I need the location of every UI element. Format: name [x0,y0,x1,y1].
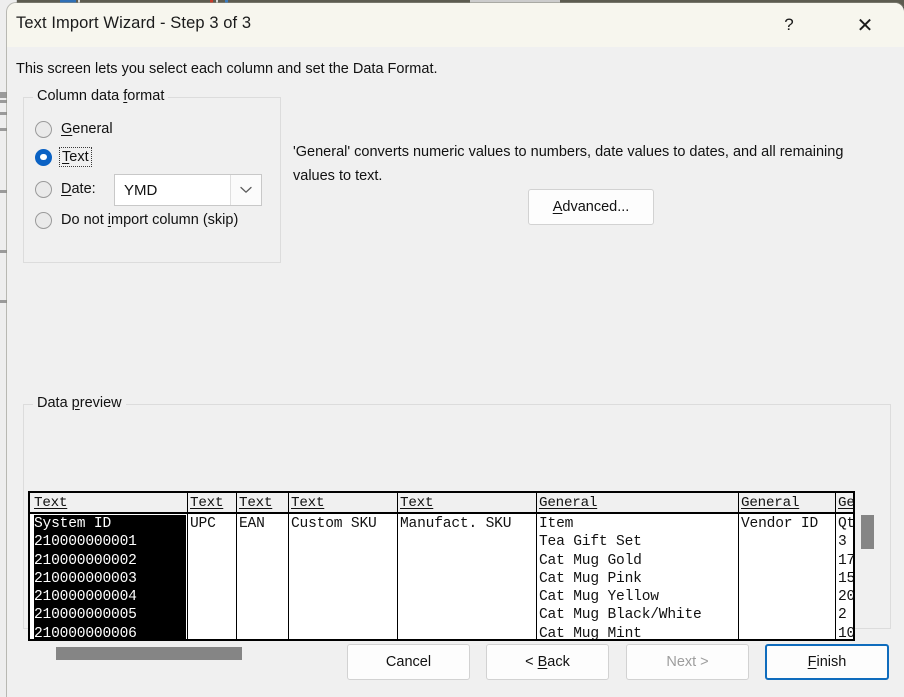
finish-button-label: Finish [808,654,847,670]
column-separator[interactable] [288,493,289,639]
advanced-button-label: Advanced... [553,199,630,215]
radio-skip-label: Do not import column (skip) [61,212,238,228]
back-button[interactable]: < Back [486,644,609,680]
close-button[interactable]: ✕ [842,3,888,47]
cancel-label-pre: Cancel [385,654,432,670]
next-label-pre: Next > [666,654,709,670]
column-separator[interactable] [397,493,398,639]
radio-date-accesskey: D [61,181,72,197]
date-format-combobox[interactable]: YMD [114,174,262,206]
finish-label-post: inish [816,654,847,670]
radio-skip-indicator [35,211,52,229]
cancel-button-label: Cancel [386,654,431,670]
data-preview-group-label: Data preview [33,395,126,411]
close-icon: ✕ [856,14,874,37]
help-button[interactable]: ? [766,3,812,47]
text-import-wizard-dialog: Text Import Wizard - Step 3 of 3 ? ✕ Thi… [7,3,904,697]
column-format-header[interactable]: Gene [838,495,853,511]
column-cells[interactable]: Custom SKU [291,515,396,625]
preview-label-post: review [79,395,122,411]
radio-skip-label-post: mport column (skip) [110,212,239,228]
back-accesskey: B [537,654,548,670]
column-separator[interactable] [187,493,188,639]
column-separator[interactable] [738,493,739,639]
radio-text-indicator [35,148,52,166]
data-preview-header-band [30,493,853,514]
column-separator[interactable] [835,493,836,639]
column-cells-selected[interactable]: System ID 210000000001 210000000002 2100… [34,515,186,639]
title-bar: Text Import Wizard - Step 3 of 3 ? ✕ [7,3,904,47]
dialog-client-area: This screen lets you select each column … [7,47,904,697]
data-preview-grid: Text System ID 210000000001 210000000002 … [30,493,853,639]
radio-skip-label-pre: Do not [61,212,108,228]
horizontal-scrollbar-thumb[interactable] [56,647,242,660]
question-mark-icon: ? [784,15,794,34]
column-format-header[interactable]: Text [239,495,272,511]
radio-skip-column[interactable]: Do not import column (skip) [35,209,238,231]
preview-label-pre: Data [37,395,72,411]
back-label-post: ack [547,654,570,670]
column-format-header[interactable]: General [539,495,597,511]
radio-date[interactable]: Date: [35,178,96,200]
column-data-format-group-label: Column data format [33,88,169,104]
radio-date-label-post: ate: [71,181,96,197]
column-data-format-group: Column data format General Text Date: YM… [23,88,281,263]
radio-general-label: General [61,121,113,137]
date-format-value: YMD [124,181,158,199]
column-cells[interactable]: Manufact. SKU [400,515,535,625]
group-label-post: ormat [127,88,165,104]
radio-text[interactable]: Text [35,146,92,168]
chevron-down-icon[interactable] [230,175,261,205]
radio-date-label: Date: [61,181,96,197]
preview-label-accesskey: p [71,395,80,411]
intro-text: This screen lets you select each column … [16,61,438,77]
column-separator[interactable] [536,493,537,639]
column-cells[interactable]: EAN [239,515,287,625]
radio-date-indicator [35,180,52,198]
vertical-scrollbar-thumb[interactable] [861,515,874,549]
radio-text-label: Text [59,147,92,167]
radio-general[interactable]: General [35,118,113,140]
column-cells[interactable]: Qty. 3 17 15 20 2 10 [838,515,853,639]
column-format-header[interactable]: Text [190,495,223,511]
format-description-text: 'General' converts numeric values to num… [293,144,844,184]
window-title: Text Import Wizard - Step 3 of 3 [16,14,252,32]
radio-general-accesskey: G [61,121,73,137]
next-button: Next > [626,644,749,680]
column-separator[interactable] [236,493,237,639]
finish-button[interactable]: Finish [765,644,889,680]
column-format-header[interactable]: General [741,495,799,511]
advanced-button[interactable]: Advanced... [528,189,654,225]
data-preview-group: Data preview Text System ID 210000000001 … [23,395,891,660]
column-cells[interactable]: Item Tea Gift Set Cat Mug Gold Cat Mug P… [539,515,737,639]
column-cells[interactable]: Vendor ID [741,515,834,625]
finish-accesskey: F [807,654,817,670]
radio-text-label-post: ext [69,149,89,165]
column-format-header[interactable]: Text [291,495,324,511]
advanced-accesskey: A [552,199,563,215]
group-label-pre: Column data [37,88,124,104]
column-cells[interactable]: UPC [190,515,235,625]
back-button-label: < Back [525,654,570,670]
next-button-label: Next > [666,654,708,670]
data-preview-table[interactable]: Text System ID 210000000001 210000000002 … [28,491,855,641]
radio-general-indicator [35,120,52,138]
column-format-header[interactable]: Text [400,495,433,511]
advanced-label-post: dvanced... [562,199,630,215]
back-label-pre: < [525,654,538,670]
radio-general-label-post: eneral [72,121,113,137]
data-preview-vertical-scrollbar[interactable] [860,491,876,641]
column-format-header[interactable]: Text [34,495,67,511]
cancel-button[interactable]: Cancel [347,644,470,680]
